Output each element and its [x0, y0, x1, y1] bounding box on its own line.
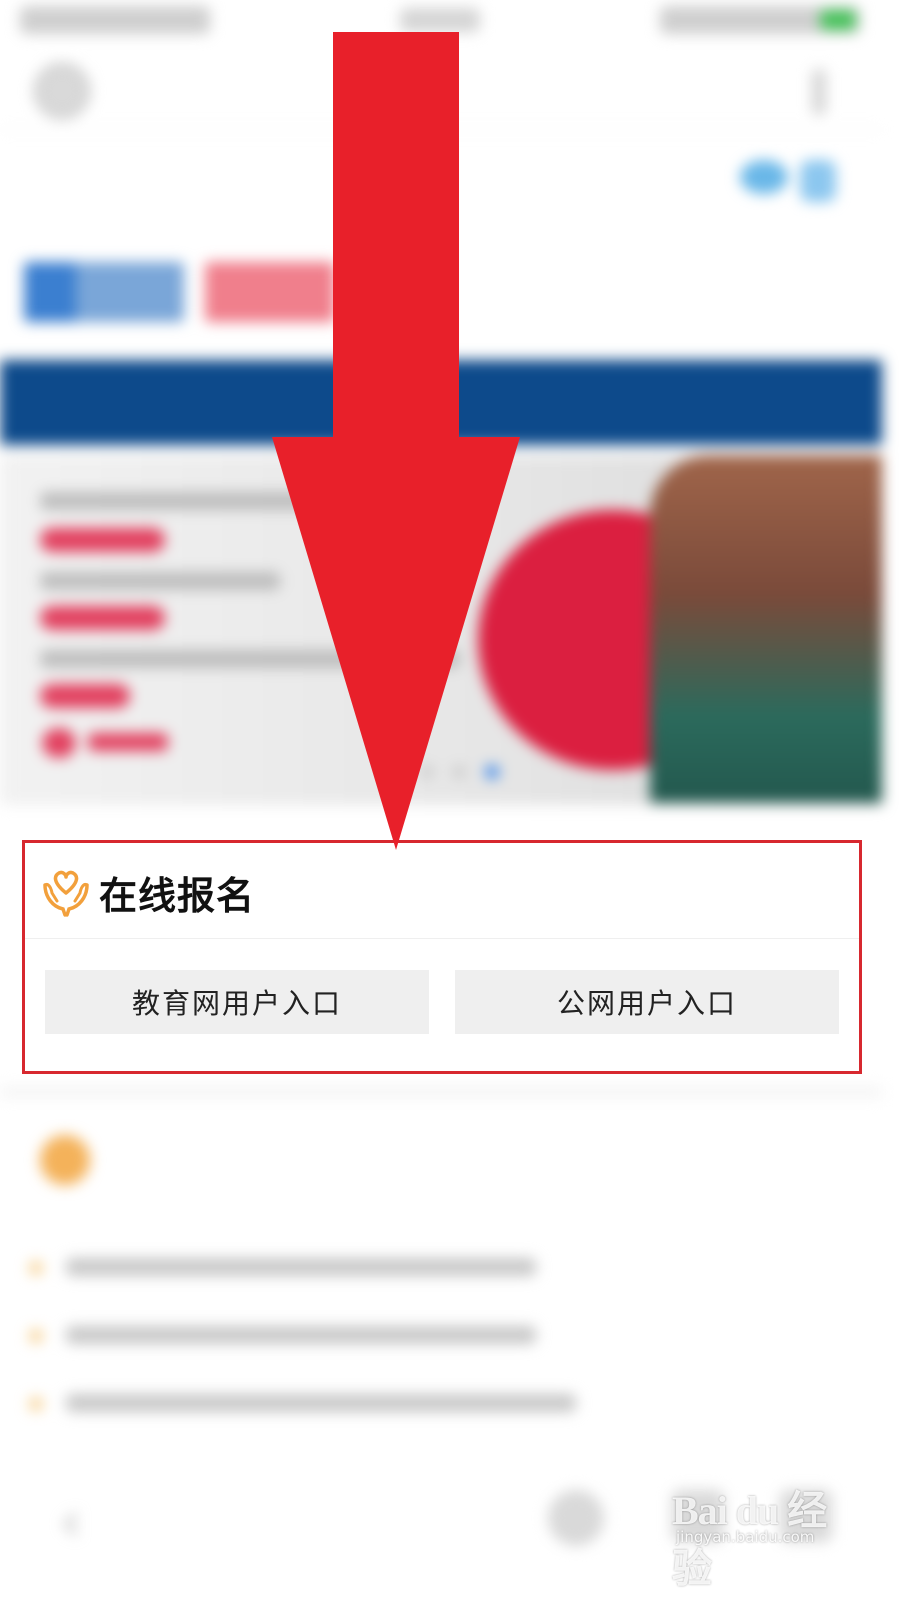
eye-icon[interactable] — [740, 160, 788, 194]
brand-logo-mark — [24, 262, 76, 322]
list-item[interactable] — [30, 1250, 850, 1290]
banner-tag — [40, 528, 165, 552]
section-divider — [0, 1086, 882, 1098]
bullet-icon — [30, 1398, 42, 1410]
news-text-line — [66, 1258, 536, 1276]
news-icon — [40, 1135, 90, 1185]
down-arrow-icon — [272, 32, 520, 850]
signup-title: 在线报名 — [99, 874, 256, 918]
back-icon[interactable]: ‹ — [60, 1490, 82, 1553]
public-network-entry-button[interactable]: 公网用户入口 — [455, 970, 839, 1034]
status-bar-time — [400, 8, 480, 32]
banner-photo — [650, 455, 882, 803]
watermark-url: jingyan.baidu.com — [676, 1528, 815, 1546]
signup-header: 在线报名 — [25, 843, 859, 939]
list-item[interactable] — [30, 1318, 850, 1358]
news-text-line — [66, 1394, 576, 1412]
online-registration-panel: 在线报名 教育网用户入口 公网用户入口 — [22, 840, 862, 1074]
baidu-jingyan-watermark: Bai du 经验 jingyan.baidu.com — [672, 1478, 842, 1591]
status-bar-carrier — [20, 6, 210, 34]
banner-badge-icon — [42, 728, 76, 758]
bullet-icon — [30, 1330, 42, 1342]
more-options-icon[interactable] — [812, 69, 826, 115]
edu-network-entry-button[interactable]: 教育网用户入口 — [45, 970, 429, 1034]
heart-hands-icon — [43, 870, 89, 917]
battery-icon — [820, 10, 856, 30]
bullet-icon — [30, 1262, 42, 1274]
banner-tag — [40, 684, 130, 708]
news-text-line — [66, 1326, 536, 1344]
banner-tag — [40, 606, 165, 630]
banner-text-line — [40, 572, 280, 590]
list-item[interactable] — [30, 1386, 850, 1426]
banner-text-line — [88, 733, 168, 751]
phone-icon[interactable] — [800, 160, 836, 202]
home-icon[interactable] — [548, 1490, 604, 1546]
site-logo — [34, 63, 90, 119]
